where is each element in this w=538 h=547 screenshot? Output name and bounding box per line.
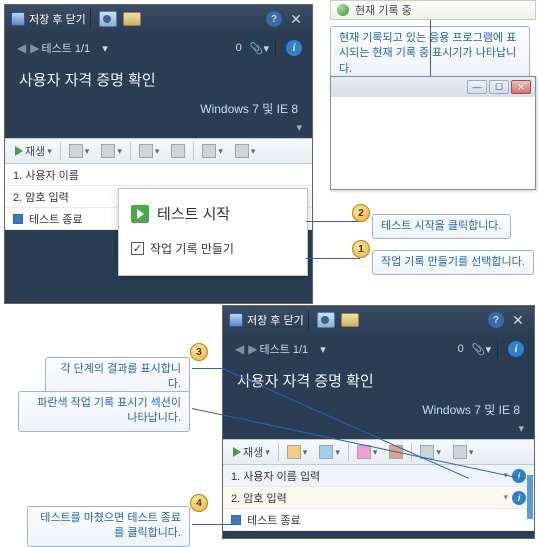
test-nav: ◀ ▶ 테스트 1/1 ▾ 0 📎 ▾ i bbox=[223, 334, 534, 364]
badge-2: 2 bbox=[352, 204, 370, 222]
test-counter: 테스트 1/1 bbox=[259, 341, 308, 357]
tool-btn-5[interactable]: ▾ bbox=[198, 141, 227, 161]
titlebar: 저장 후 닫기 ? ✕ bbox=[5, 5, 312, 33]
close-button[interactable]: ✕ bbox=[508, 310, 528, 330]
start-popup: 테스트 시작 ✓ 작업 기록 만들기 bbox=[118, 188, 308, 276]
badge-4: 4 bbox=[190, 494, 208, 512]
test-counter: 테스트 1/1 bbox=[41, 40, 90, 56]
titlebar: 저장 후 닫기 ? ✕ bbox=[223, 306, 534, 334]
target-app-window: — ☐ ✕ bbox=[330, 76, 536, 190]
window-titlebar: — ☐ ✕ bbox=[331, 77, 535, 97]
step-toolbar: 재생▾ ▾ ▾ ▾ ▾ ▾ bbox=[5, 138, 312, 164]
blue-recording-marker bbox=[527, 475, 533, 519]
environment-label: Windows 7 및 IE 8 bbox=[5, 100, 312, 121]
play-button[interactable]: 재생▾ bbox=[11, 141, 56, 161]
attach-dropdown[interactable]: ▾ bbox=[263, 42, 269, 55]
next-test-button[interactable]: ▶ bbox=[248, 342, 257, 356]
play-button[interactable]: 재생▾ bbox=[229, 442, 274, 462]
recording-dot-icon bbox=[337, 4, 349, 16]
badge-3: 3 bbox=[190, 343, 208, 361]
prev-test-button[interactable]: ◀ bbox=[17, 41, 26, 55]
test-title: 사용자 자격 증명 확인 bbox=[223, 364, 534, 401]
callout-2: 테스트 시작을 클릭합니다. bbox=[372, 214, 511, 239]
window-close-button[interactable]: ✕ bbox=[511, 80, 531, 94]
maximize-button[interactable]: ☐ bbox=[489, 80, 509, 94]
checkbox-icon: ✓ bbox=[131, 242, 144, 255]
test-runner-panel-after: 저장 후 닫기 ? ✕ ◀ ▶ 테스트 1/1 ▾ 0 📎 ▾ i 사용자 자격… bbox=[222, 305, 535, 539]
callout-1: 작업 기록 만들기를 선택합니다. bbox=[372, 250, 534, 275]
step-list: 1. 사용자 이름 입력 ▾ i 2. 암호 입력 ▾ i 테스트 종료 bbox=[223, 465, 534, 531]
count-label: 0 bbox=[458, 343, 464, 355]
next-test-button[interactable]: ▶ bbox=[30, 41, 39, 55]
save-icon bbox=[11, 12, 25, 26]
environment-label: Windows 7 및 IE 8 bbox=[223, 401, 534, 422]
end-test-icon bbox=[13, 214, 23, 224]
prev-test-button[interactable]: ◀ bbox=[235, 342, 244, 356]
test-title: 사용자 자격 증명 확인 bbox=[5, 63, 312, 100]
tool-btn-1[interactable]: ▾ bbox=[283, 442, 312, 462]
callout-blue-marker: 파란색 작업 기록 표시기 섹션이 나타납니다. bbox=[18, 391, 190, 432]
step-row[interactable]: 1. 사용자 이름 입력 ▾ i bbox=[223, 465, 534, 487]
end-test-icon bbox=[231, 515, 241, 525]
step-toolbar: 재생▾ ▾ ▾ ▾ ▾ ▾ bbox=[223, 439, 534, 465]
test-dropdown[interactable]: ▾ bbox=[320, 343, 326, 356]
open-folder-button[interactable] bbox=[123, 12, 141, 26]
leader-line bbox=[306, 258, 360, 259]
close-button[interactable]: ✕ bbox=[286, 9, 306, 29]
count-label: 0 bbox=[236, 42, 242, 54]
screenshot-button[interactable] bbox=[317, 312, 335, 328]
title-label: 저장 후 닫기 bbox=[29, 11, 86, 27]
tool-btn-1[interactable]: ▾ bbox=[65, 141, 94, 161]
test-nav: ◀ ▶ 테스트 1/1 ▾ 0 📎 ▾ i bbox=[5, 33, 312, 63]
tool-btn-4[interactable] bbox=[167, 141, 189, 161]
env-dropdown[interactable]: ▾ bbox=[5, 121, 312, 138]
info-button[interactable]: i bbox=[286, 40, 302, 56]
play-icon bbox=[131, 205, 149, 223]
info-button[interactable]: i bbox=[508, 341, 524, 357]
open-folder-button[interactable] bbox=[341, 313, 359, 327]
create-recording-checkbox[interactable]: ✓ 작업 기록 만들기 bbox=[131, 240, 295, 257]
leader-line bbox=[306, 221, 360, 222]
leader-line bbox=[192, 368, 222, 369]
test-dropdown[interactable]: ▾ bbox=[102, 42, 108, 55]
tool-btn-2[interactable]: ▾ bbox=[97, 141, 126, 161]
attach-dropdown[interactable]: ▾ bbox=[485, 343, 491, 356]
badge-1: 1 bbox=[352, 240, 370, 258]
separator bbox=[90, 9, 91, 29]
attachment-icon[interactable]: 📎 bbox=[250, 42, 264, 55]
tool-btn-3[interactable]: ▾ bbox=[135, 141, 164, 161]
leader-line bbox=[192, 524, 236, 525]
help-button[interactable]: ? bbox=[488, 312, 504, 328]
step-row[interactable]: 2. 암호 입력 ▾ i bbox=[223, 487, 534, 509]
screenshot-button[interactable] bbox=[99, 11, 117, 27]
save-icon bbox=[229, 313, 243, 327]
step-row[interactable]: 1. 사용자 이름 bbox=[5, 164, 312, 186]
start-test-button[interactable]: 테스트 시작 bbox=[131, 203, 295, 224]
callout-4: 테스트를 마쳤으면 테스트 종료를 클릭합니다. bbox=[27, 506, 190, 547]
recording-indicator: 현재 기록 중 bbox=[330, 0, 536, 20]
tool-btn-6[interactable]: ▾ bbox=[449, 442, 478, 462]
step-row-end[interactable]: 테스트 종료 bbox=[223, 509, 534, 531]
help-button[interactable]: ? bbox=[266, 11, 282, 27]
result-dropdown[interactable]: ▾ bbox=[503, 492, 508, 503]
step-info-button[interactable]: i bbox=[512, 491, 526, 505]
attachment-icon[interactable]: 📎 bbox=[472, 343, 486, 356]
tool-btn-6[interactable]: ▾ bbox=[231, 141, 260, 161]
tool-btn-2[interactable]: ▾ bbox=[315, 442, 344, 462]
minimize-button[interactable]: — bbox=[467, 80, 487, 94]
title-label: 저장 후 닫기 bbox=[247, 312, 304, 328]
leader-line bbox=[430, 20, 431, 76]
